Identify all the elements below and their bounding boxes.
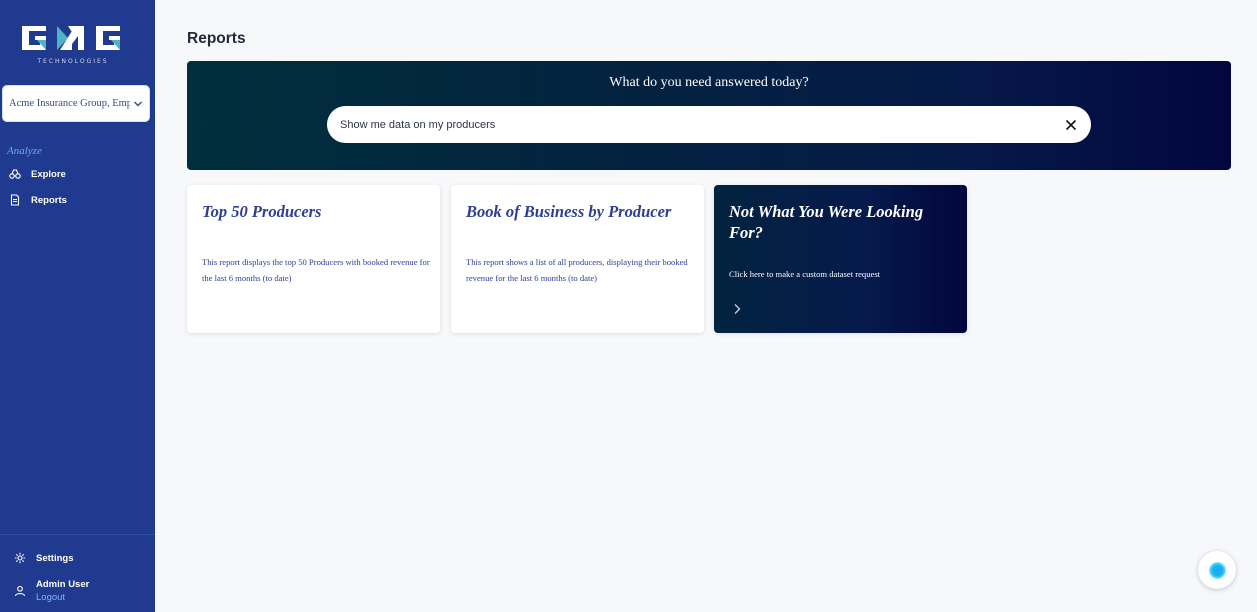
chevron-right-icon xyxy=(734,304,741,314)
user-details: Admin User Logout xyxy=(36,578,89,604)
close-icon xyxy=(1065,119,1077,130)
hero-question: What do you need answered today? xyxy=(609,75,809,90)
report-card-description: This report displays the top 50 Producer… xyxy=(202,257,430,283)
sidebar-item-explore-label: Explore xyxy=(31,168,66,180)
sidebar-item-reports-label: Reports xyxy=(31,194,67,206)
search-box[interactable] xyxy=(327,106,1091,143)
sidebar-item-settings[interactable]: Settings xyxy=(14,549,73,567)
report-card-book-of-business[interactable]: Book of Business by Producer This report… xyxy=(451,185,704,333)
logout-link[interactable]: Logout xyxy=(36,591,89,604)
organization-select[interactable]: Acme Insurance Group, Emp... xyxy=(2,85,150,122)
assistant-chat-button[interactable] xyxy=(1198,551,1236,589)
explore-icon xyxy=(9,168,21,180)
chevron-down-icon xyxy=(134,101,142,106)
report-card-title: Top 50 Producers xyxy=(202,202,322,221)
organization-select-value: Acme Insurance Group, Emp... xyxy=(9,98,130,109)
search-input[interactable] xyxy=(340,118,1064,131)
custom-request-title: Not What You Were Looking For? xyxy=(729,202,924,242)
question-hero: What do you need answered today? xyxy=(187,61,1231,170)
logo-mark-icon xyxy=(22,26,120,50)
assistant-orb-icon xyxy=(1208,561,1226,579)
page-title: Reports xyxy=(187,30,246,47)
report-card-top-50-producers[interactable]: Top 50 Producers This report displays th… xyxy=(187,185,440,333)
user-name: Admin User xyxy=(36,579,90,590)
custom-request-description: Click here to make a custom dataset requ… xyxy=(729,269,881,279)
sidebar-divider xyxy=(0,534,155,535)
sidebar-item-reports[interactable]: Reports xyxy=(9,191,67,209)
custom-request-card[interactable]: Not What You Were Looking For? Click her… xyxy=(714,185,967,333)
report-card-title: Book of Business by Producer xyxy=(466,202,672,221)
logo-tagline: TECHNOLOGIES xyxy=(37,58,109,65)
section-label-analyze: Analyze xyxy=(7,145,42,157)
user-menu: Admin User Logout xyxy=(14,578,89,604)
document-icon xyxy=(9,194,21,206)
sidebar-item-settings-label: Settings xyxy=(36,552,74,564)
user-icon xyxy=(14,585,26,597)
gear-icon xyxy=(14,552,26,564)
sidebar: TECHNOLOGIES Acme Insurance Group, Emp..… xyxy=(0,0,155,612)
clear-search-button[interactable] xyxy=(1064,118,1078,132)
company-logo[interactable]: TECHNOLOGIES xyxy=(20,22,130,66)
report-card-description: This report shows a list of all producer… xyxy=(466,257,688,283)
sidebar-item-explore[interactable]: Explore xyxy=(9,165,66,183)
